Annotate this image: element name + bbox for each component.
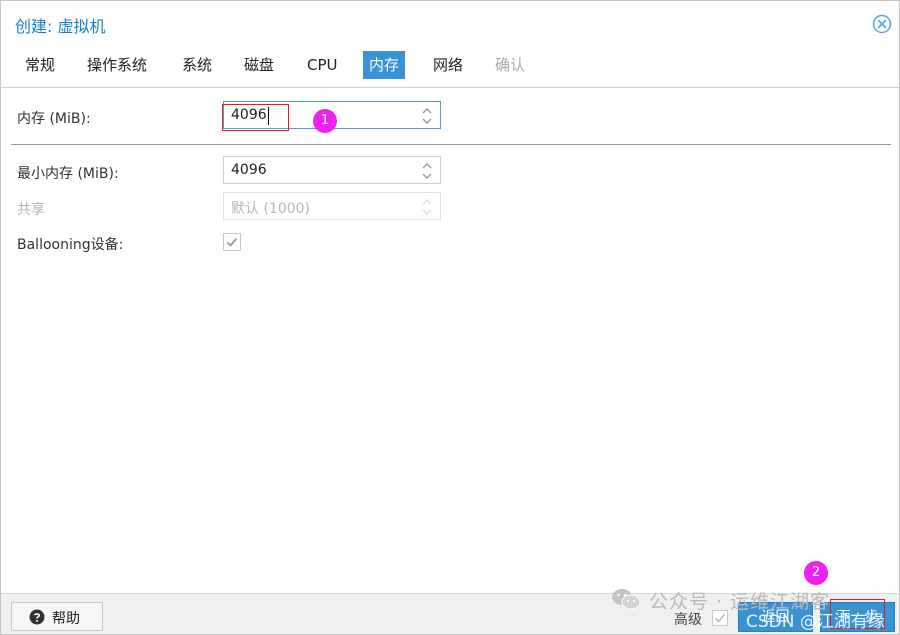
spinner-arrows-icon[interactable] — [421, 106, 433, 126]
highlight-box-memory — [222, 104, 289, 131]
shares-label: 共享 — [17, 202, 45, 218]
tab-system[interactable]: 系统 — [176, 51, 218, 79]
tab-network[interactable]: 网络 — [427, 51, 469, 79]
dialog-title: 创建: 虚拟机 — [15, 17, 106, 36]
shares-placeholder: 默认 (1000) — [231, 201, 311, 217]
section-divider — [11, 144, 891, 145]
close-icon[interactable] — [872, 14, 892, 34]
help-button-label: 帮助 — [52, 611, 80, 627]
memory-label: 内存 (MiB): — [17, 111, 91, 127]
tab-confirm: 确认 — [495, 56, 526, 74]
wechat-icon — [612, 589, 641, 610]
min-memory-value: 4096 — [231, 162, 267, 178]
wizard-tabs: 常规 操作系统 系统 磁盘 CPU 内存 网络 确认 — [1, 51, 899, 81]
checkmark-icon — [226, 237, 238, 247]
help-button[interactable]: 帮助 — [11, 602, 103, 631]
spinner-arrows-icon[interactable] — [421, 161, 433, 181]
spinner-arrows-icon — [422, 199, 432, 215]
ballooning-label: Ballooning设备: — [17, 237, 124, 253]
watermark-csdn: CSDN @江湖有缘 — [746, 612, 885, 632]
tab-underline — [1, 87, 899, 88]
create-vm-dialog: 创建: 虚拟机 常规 操作系统 系统 磁盘 CPU 内存 网络 确认 内存 (M… — [0, 0, 900, 635]
tab-cpu[interactable]: CPU — [301, 51, 344, 79]
tab-general[interactable]: 常规 — [19, 51, 61, 79]
ballooning-checkbox[interactable] — [223, 233, 241, 251]
tab-memory[interactable]: 内存 — [363, 51, 406, 79]
annotation-marker-1: 1 — [313, 109, 337, 133]
shares-input: 默认 (1000) — [223, 192, 441, 220]
annotation-marker-2: 2 — [804, 561, 828, 585]
min-memory-label: 最小内存 (MiB): — [17, 166, 119, 182]
tab-os[interactable]: 操作系统 — [81, 51, 153, 79]
dialog-titlebar: 创建: 虚拟机 — [1, 1, 899, 45]
question-circle-icon — [29, 609, 45, 625]
min-memory-input[interactable]: 4096 — [223, 156, 441, 184]
tab-disk[interactable]: 磁盘 — [238, 51, 280, 79]
